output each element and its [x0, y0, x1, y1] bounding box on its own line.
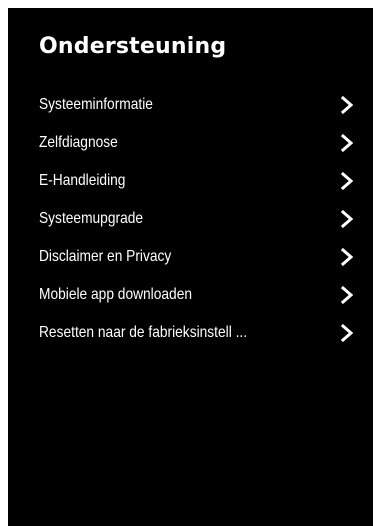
menu-item-label: Disclaimer en Privacy [39, 248, 172, 265]
menu-item-label: E-Handleiding [39, 172, 126, 189]
menu-item-mobiele-app[interactable]: Mobiele app downloaden [8, 276, 373, 314]
menu-item-label: Zelfdiagnose [39, 134, 118, 151]
menu-item-label: Systeeminformatie [39, 96, 153, 113]
panel-title: Ondersteuning [39, 34, 227, 59]
chevron-right-icon [341, 286, 353, 304]
support-menu-panel: Ondersteuning Systeeminformatie Zelfdiag… [8, 8, 373, 526]
menu-item-zelfdiagnose[interactable]: Zelfdiagnose [8, 124, 373, 162]
menu-item-systeemupgrade[interactable]: Systeemupgrade [8, 200, 373, 238]
menu-item-factory-reset[interactable]: Resetten naar de fabrieksinstell ... [8, 314, 373, 352]
chevron-right-icon [341, 172, 353, 190]
menu-item-label: Mobiele app downloaden [39, 286, 193, 303]
menu-item-systeeminformatie[interactable]: Systeeminformatie [8, 86, 373, 124]
chevron-right-icon [341, 96, 353, 114]
chevron-right-icon [341, 134, 353, 152]
menu-item-disclaimer-privacy[interactable]: Disclaimer en Privacy [8, 238, 373, 276]
chevron-right-icon [341, 248, 353, 266]
support-menu-list: Systeeminformatie Zelfdiagnose E-Handlei… [8, 86, 373, 352]
menu-item-e-handleiding[interactable]: E-Handleiding [8, 162, 373, 200]
menu-item-label: Systeemupgrade [39, 210, 144, 227]
chevron-right-icon [341, 210, 353, 228]
menu-item-label: Resetten naar de fabrieksinstell ... [39, 324, 248, 341]
chevron-right-icon [341, 324, 353, 342]
screen: Ondersteuning Systeeminformatie Zelfdiag… [0, 0, 381, 526]
